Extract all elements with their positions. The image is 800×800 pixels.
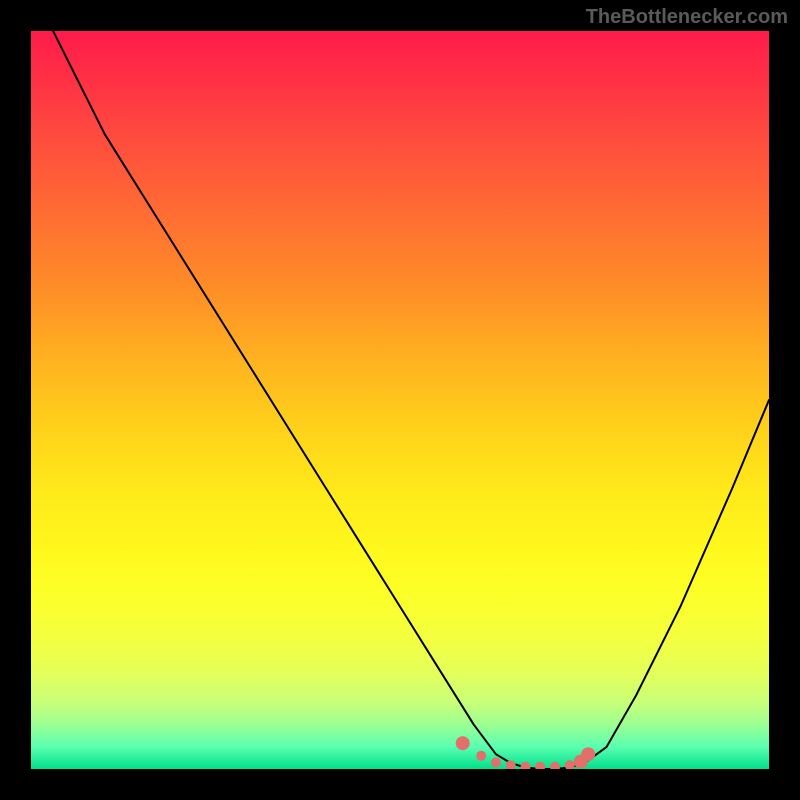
highlight-dot [476, 751, 486, 761]
highlight-dot [581, 747, 595, 761]
plot-area [31, 31, 769, 769]
highlight-dot [456, 736, 470, 750]
bottleneck-curve-line [53, 31, 769, 769]
highlight-dot [535, 762, 545, 769]
chart-svg [31, 31, 769, 769]
highlight-dot [521, 762, 531, 769]
highlight-dot [550, 762, 560, 769]
highlight-dot [491, 757, 501, 767]
watermark-text: TheBottlenecker.com [586, 6, 788, 29]
highlight-dots [456, 736, 596, 769]
highlight-dot [565, 760, 575, 769]
